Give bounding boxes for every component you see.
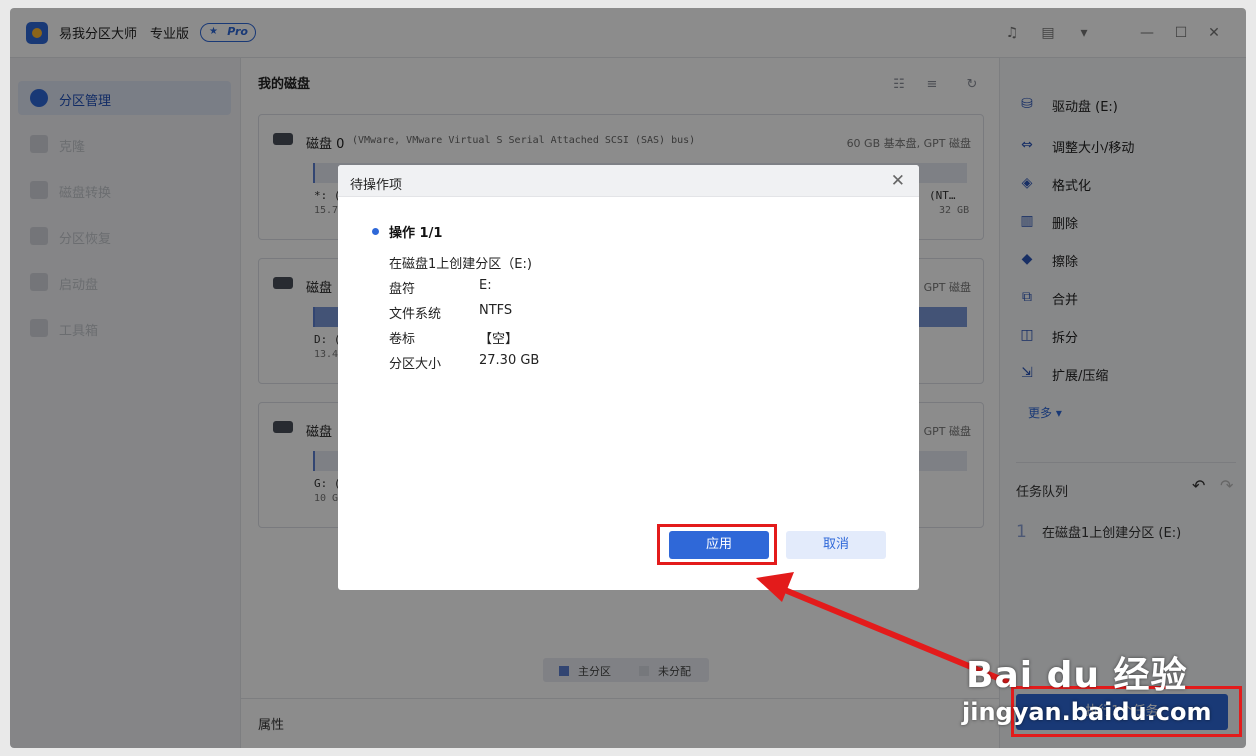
- app-window: 易我分区大师 专业版 Pro ♫ ▤ ▾ — ☐ ✕ 分区管理 克隆 磁盘转换 …: [10, 8, 1246, 748]
- watermark-url: jingyan.baidu.com: [962, 698, 1212, 726]
- watermark-brand: Bai du 经验: [966, 655, 1188, 696]
- annotation-arrow: [756, 572, 1013, 686]
